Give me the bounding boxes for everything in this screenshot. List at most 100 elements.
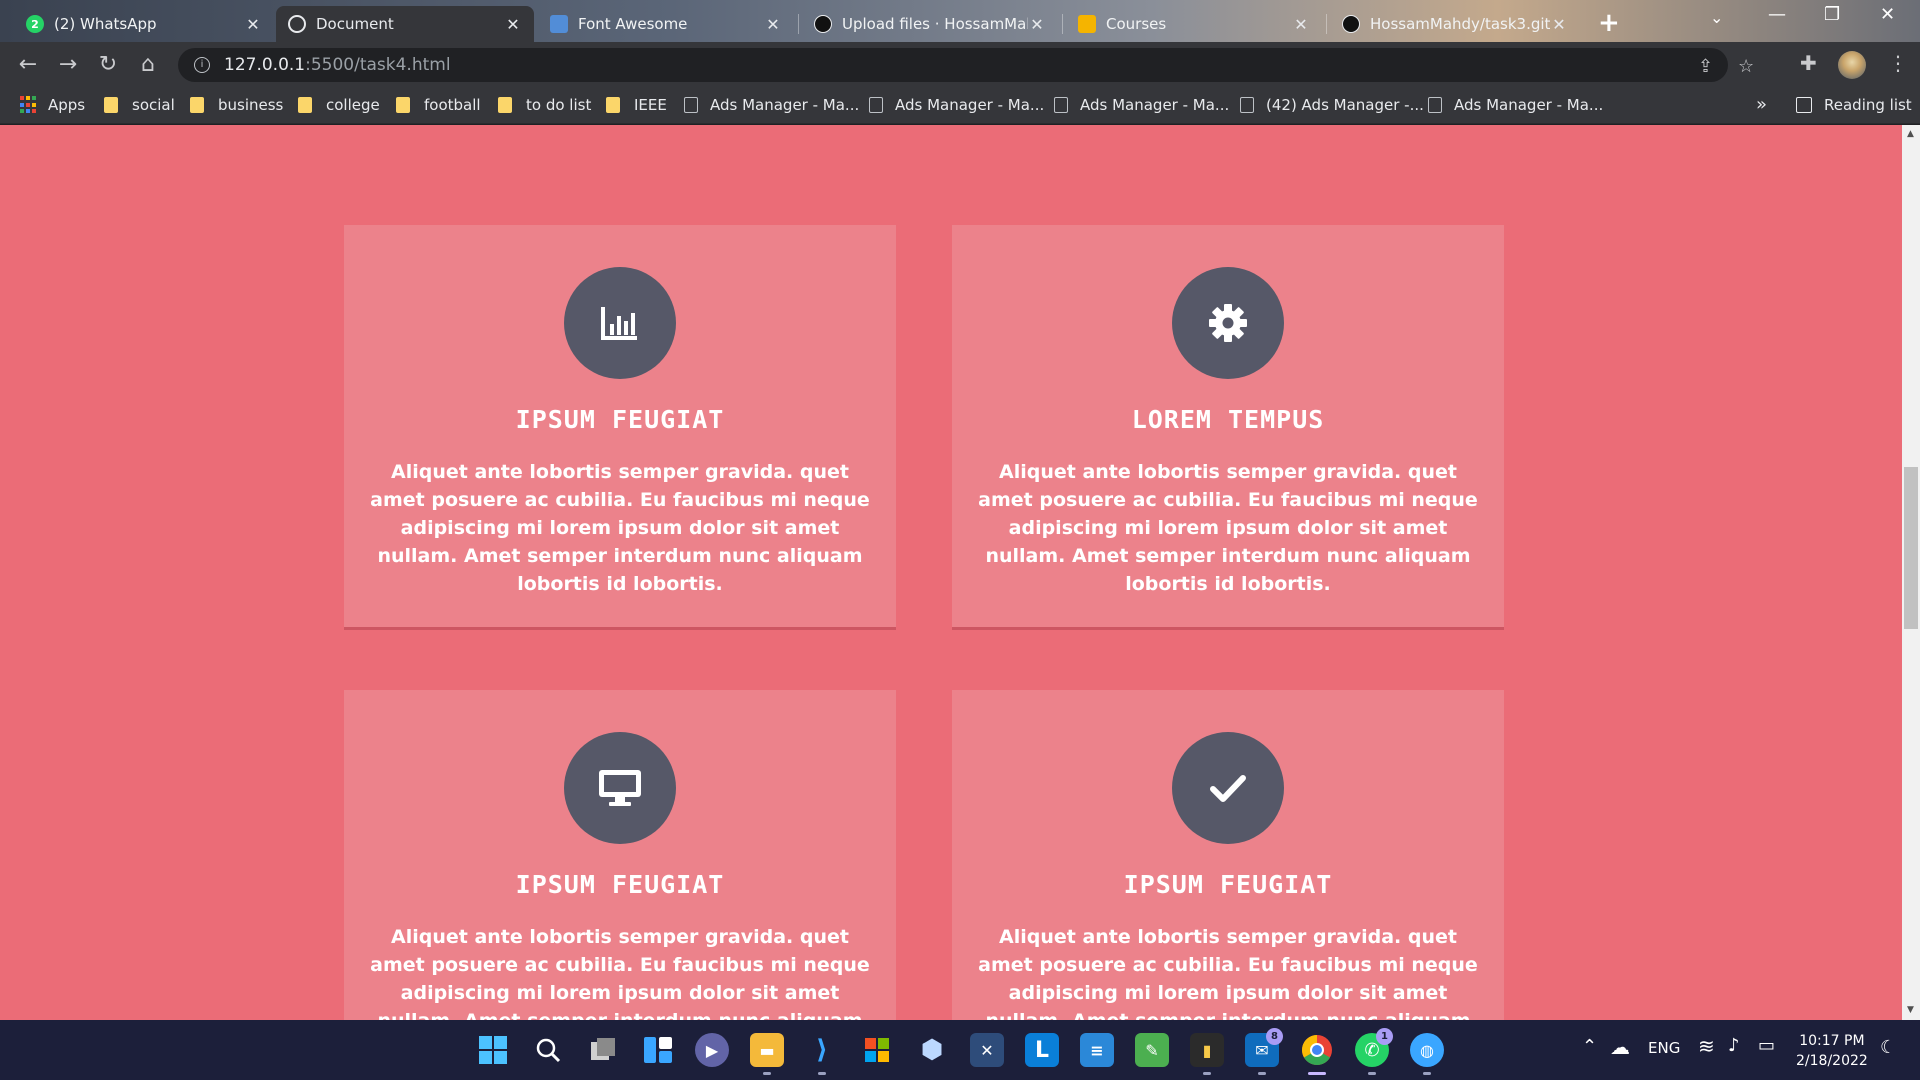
github-icon — [1342, 15, 1360, 33]
whatsapp-badge: 1 — [1376, 1028, 1393, 1045]
restore-button[interactable]: ❐ — [1824, 4, 1840, 25]
close-icon[interactable]: ✕ — [764, 15, 782, 34]
windows-start-icon[interactable] — [476, 1033, 510, 1067]
menu-icon[interactable]: ⋮ — [1888, 51, 1908, 75]
battery-icon[interactable]: ▭ — [1758, 1035, 1775, 1056]
tab-document[interactable]: Document ✕ — [276, 6, 534, 42]
task-view-icon[interactable] — [586, 1033, 620, 1067]
bookmark-ads-manager-1[interactable]: Ads Manager - Ma... — [684, 96, 859, 114]
forward-button[interactable]: → — [54, 51, 82, 79]
desktop-icon — [599, 770, 641, 806]
folder-icon — [396, 97, 410, 113]
tab-upload-files[interactable]: Upload files · HossamMahdy ✕ — [802, 6, 1058, 42]
tab-search-icon[interactable]: ⌄ — [1710, 8, 1723, 27]
bookmark-ads-manager-2[interactable]: Ads Manager - Ma... — [869, 96, 1044, 114]
network-globe-icon[interactable]: ◍ — [1410, 1033, 1444, 1067]
page-icon — [1240, 97, 1254, 113]
tab-strip: 2 (2) WhatsApp ✕ Document ✕ Font Awesome… — [0, 0, 1920, 42]
icon-circle — [1172, 732, 1284, 844]
bookmark-label: Apps — [48, 96, 86, 114]
extensions-icon[interactable]: ✚ — [1800, 51, 1817, 75]
bookmark-folder-social[interactable]: social — [104, 96, 175, 114]
tab-separator — [798, 14, 799, 34]
card-body: Aliquet ante lobortis semper gravida. qu… — [978, 461, 1478, 595]
url-host: 127.0.0.1 — [224, 55, 306, 75]
image-editor-icon[interactable]: ✎ — [1135, 1033, 1169, 1067]
bookmark-folder-football[interactable]: football — [396, 96, 481, 114]
file-explorer-icon[interactable]: ▬ — [750, 1033, 784, 1067]
system-clock[interactable]: 10:17 PM 2/18/2022 — [1796, 1031, 1868, 1071]
tab-courses[interactable]: Courses ✕ — [1066, 6, 1322, 42]
bookmark-ads-manager-3[interactable]: Ads Manager - Ma... — [1054, 96, 1229, 114]
star-icon[interactable]: ☆ — [1738, 56, 1754, 77]
volume-icon[interactable]: ♪ — [1728, 1035, 1740, 1056]
chrome-icon[interactable] — [1300, 1033, 1334, 1067]
show-hidden-icons-icon[interactable]: ⌃ — [1582, 1036, 1597, 1057]
clock-time: 10:17 PM — [1799, 1033, 1865, 1049]
scrollbar-thumb[interactable] — [1904, 467, 1918, 629]
close-icon[interactable]: ✕ — [1028, 15, 1046, 34]
wifi-icon[interactable]: ≋ — [1698, 1034, 1715, 1058]
onedrive-icon[interactable]: ☁ — [1610, 1035, 1630, 1059]
home-button[interactable]: ⌂ — [134, 51, 162, 79]
new-tab-button[interactable]: + — [1598, 8, 1620, 38]
card-title: IPSUM FEUGIAT — [515, 405, 725, 434]
notepad-icon[interactable]: ≡ — [1080, 1033, 1114, 1067]
language-indicator[interactable]: ENG — [1648, 1039, 1680, 1057]
bookmark-ads-manager-5[interactable]: Ads Manager - Ma... — [1428, 96, 1603, 114]
tab-title: Font Awesome — [578, 15, 688, 33]
back-button[interactable]: ← — [14, 51, 42, 79]
tab-separator — [1062, 14, 1063, 34]
bookmark-folder-business[interactable]: business — [190, 96, 283, 114]
sql-server-icon[interactable]: ✕ — [970, 1033, 1004, 1067]
apps-grid-icon — [20, 96, 38, 114]
feature-card: IPSUM FEUGIAT Aliquet ante lobortis semp… — [344, 690, 896, 1020]
page-icon — [1054, 97, 1068, 113]
tab-font-awesome[interactable]: Font Awesome ✕ — [538, 6, 794, 42]
avatar[interactable] — [1838, 51, 1866, 79]
running-indicator — [1368, 1072, 1376, 1075]
app-l-icon[interactable]: L — [1025, 1033, 1059, 1067]
running-indicator — [1423, 1072, 1431, 1075]
bookmark-ads-manager-4[interactable]: (42) Ads Manager -... — [1240, 96, 1424, 114]
close-icon[interactable]: ✕ — [244, 15, 262, 34]
bookmark-folder-ieee[interactable]: IEEE — [606, 96, 667, 114]
url-text[interactable]: 127.0.0.1:5500/task4.html — [224, 55, 451, 75]
close-icon[interactable]: ✕ — [504, 15, 522, 34]
address-bar[interactable]: i 127.0.0.1:5500/task4.html ⇪ ☆ — [178, 48, 1754, 82]
3d-cube-icon[interactable]: ⬢ — [915, 1033, 949, 1067]
reading-list-button[interactable]: Reading list — [1796, 96, 1912, 114]
bookmarks-bar: Apps social business college football to… — [0, 88, 1920, 124]
vscode-icon[interactable]: ⟩ — [805, 1033, 839, 1067]
bookmark-folder-college[interactable]: college — [298, 96, 380, 114]
bookmark-apps[interactable]: Apps — [20, 96, 85, 114]
url-path: :5500/task4.html — [305, 55, 451, 75]
bookmarks-overflow-button[interactable]: » — [1756, 94, 1767, 115]
browser-toolbar: ← → ↻ ⌂ i 127.0.0.1:5500/task4.html ⇪ ☆ … — [0, 42, 1920, 88]
bookmark-folder-todo[interactable]: to do list — [498, 96, 591, 114]
close-window-button[interactable]: ✕ — [1880, 4, 1895, 25]
tab-whatsapp[interactable]: 2 (2) WhatsApp ✕ — [14, 6, 274, 42]
tab-task3-github[interactable]: HossamMahdy/task3.github ✕ — [1330, 6, 1580, 42]
close-icon[interactable]: ✕ — [1550, 15, 1568, 34]
share-icon[interactable]: ⇪ — [1698, 56, 1713, 77]
reload-button[interactable]: ↻ — [94, 51, 122, 79]
bookmark-label: business — [218, 96, 284, 114]
search-icon[interactable] — [531, 1033, 565, 1067]
running-indicator — [763, 1072, 771, 1075]
windows-taskbar: ▶ ▬ ⟩ ⬢ ✕ L ≡ ✎ ▮ ✉ 8 ✆ 1 ◍ ⌃ ☁ ENG ≋ ♪ … — [0, 1020, 1920, 1080]
minimize-button[interactable]: — — [1768, 4, 1786, 25]
widgets-icon[interactable] — [641, 1033, 675, 1067]
folder-icon — [498, 97, 512, 113]
bookmark-label: (42) Ads Manager -... — [1266, 96, 1424, 114]
page-scrollbar[interactable]: ▲ ▼ — [1902, 125, 1920, 1020]
terminal-icon[interactable]: ▮ — [1190, 1033, 1224, 1067]
scroll-down-icon[interactable]: ▼ — [1907, 1005, 1914, 1015]
notifications-moon-icon[interactable]: ☾ — [1880, 1037, 1896, 1058]
microsoft-store-icon[interactable] — [860, 1033, 894, 1067]
bookmark-label: football — [424, 96, 481, 114]
close-icon[interactable]: ✕ — [1292, 15, 1310, 34]
info-icon[interactable]: i — [194, 57, 210, 73]
teams-chat-icon[interactable]: ▶ — [695, 1033, 729, 1067]
scroll-up-icon[interactable]: ▲ — [1907, 129, 1914, 139]
